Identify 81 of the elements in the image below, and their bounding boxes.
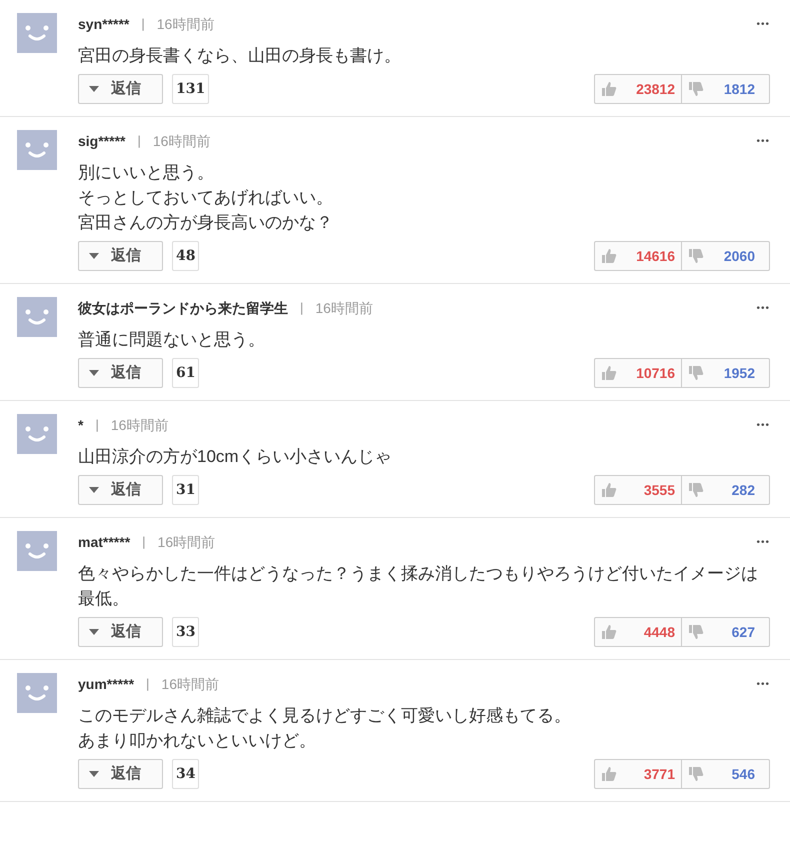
- comment-text: 宮田の身長書くなら、山田の身長も書け。: [78, 45, 402, 67]
- reply-count: 131: [172, 74, 210, 104]
- more-button[interactable]: •••: [756, 418, 770, 432]
- thumbs-up-icon: [601, 365, 617, 381]
- separator: |: [146, 675, 150, 694]
- caret-icon: [89, 253, 99, 259]
- like-button[interactable]: 23812: [595, 75, 682, 103]
- comment-text: そっとしておいてあげればいい。: [78, 187, 334, 209]
- dislike-button[interactable]: 546: [682, 760, 769, 788]
- thumbs-down-icon: [688, 482, 704, 498]
- more-button[interactable]: •••: [756, 134, 770, 148]
- dislike-button[interactable]: 282: [682, 476, 769, 504]
- dislike-button[interactable]: 627: [682, 618, 769, 646]
- comment-text: 色々やらかした一件はどうなった？うまく揉み消したつもりやろうけど付いたイメージは最低。: [78, 563, 759, 610]
- dislike-button[interactable]: 2060: [682, 242, 769, 270]
- avatar-icon: [17, 531, 57, 571]
- reply-count: 61: [172, 358, 200, 388]
- reply-count: 33: [172, 617, 200, 647]
- post-time: 16時間前: [110, 416, 168, 434]
- username[interactable]: *: [78, 414, 84, 436]
- caret-icon: [89, 370, 99, 376]
- like-button[interactable]: 4448: [595, 618, 682, 646]
- separator: |: [95, 416, 99, 434]
- post-time: 16時間前: [152, 132, 210, 150]
- dislike-button[interactable]: 1952: [682, 359, 769, 387]
- more-button[interactable]: •••: [756, 534, 770, 550]
- comment-text: このモデルさん雑誌でよく見るけどすごく可愛いし好感もてる。: [78, 705, 572, 727]
- thumbs-up-icon: [601, 81, 617, 97]
- reply-button[interactable]: 返信: [78, 475, 163, 505]
- separator: |: [300, 299, 304, 318]
- separator: |: [137, 132, 141, 150]
- like-button[interactable]: 14616: [595, 242, 682, 270]
- username[interactable]: 彼女はポーランドから来た留学生: [78, 298, 288, 318]
- reply-button[interactable]: 返信: [78, 759, 163, 789]
- dislike-button[interactable]: 1812: [682, 75, 769, 103]
- caret-icon: [89, 86, 99, 92]
- reply-count: 48: [172, 241, 200, 271]
- avatar-icon: [17, 297, 57, 337]
- caret-icon: [89, 771, 99, 777]
- like-button[interactable]: 10716: [595, 359, 682, 387]
- thumbs-up-icon: [601, 624, 617, 640]
- post-time: 16時間前: [161, 674, 219, 694]
- caret-icon: [89, 487, 99, 493]
- username[interactable]: mat*****: [78, 532, 130, 552]
- comment-text: 普通に問題ないと思う。: [78, 329, 266, 351]
- reply-button[interactable]: 返信: [78, 617, 163, 647]
- thumbs-down-icon: [688, 365, 704, 381]
- more-button[interactable]: •••: [756, 300, 770, 316]
- avatar-icon: [17, 13, 57, 53]
- post-time: 16時間前: [156, 14, 214, 34]
- thumbs-down-icon: [688, 624, 704, 640]
- more-button[interactable]: •••: [756, 676, 770, 692]
- reply-count: 31: [172, 475, 200, 505]
- reply-button[interactable]: 返信: [78, 74, 163, 104]
- like-button[interactable]: 3771: [595, 760, 682, 788]
- like-button[interactable]: 3555: [595, 476, 682, 504]
- thumbs-down-icon: [688, 248, 704, 264]
- post-time: 16時間前: [315, 298, 373, 318]
- reply-button[interactable]: 返信: [78, 241, 163, 271]
- comment-text: 宮田さんの方が身長高いのかな？: [78, 212, 334, 234]
- username[interactable]: yum*****: [78, 674, 134, 694]
- username[interactable]: syn*****: [78, 14, 130, 34]
- comment-text: 山田涼介の方が10cmくらい小さいんじゃ: [78, 446, 393, 468]
- separator: |: [142, 533, 146, 552]
- thumbs-up-icon: [601, 248, 617, 264]
- caret-icon: [89, 629, 99, 635]
- avatar-icon: [17, 130, 57, 170]
- thumbs-up-icon: [601, 482, 617, 498]
- more-button[interactable]: •••: [756, 16, 770, 32]
- thumbs-up-icon: [601, 766, 617, 782]
- comment-text: あまり叩かれないといいけど。: [78, 730, 317, 752]
- comment-text: 別にいいと思う。: [78, 162, 215, 184]
- reply-count: 34: [172, 759, 200, 789]
- avatar-icon: [17, 414, 57, 454]
- thumbs-down-icon: [688, 81, 704, 97]
- post-time: 16時間前: [158, 532, 216, 552]
- avatar-icon: [17, 673, 57, 713]
- thumbs-down-icon: [688, 766, 704, 782]
- separator: |: [141, 15, 145, 34]
- username[interactable]: sig*****: [78, 130, 126, 152]
- reply-button[interactable]: 返信: [78, 358, 163, 388]
